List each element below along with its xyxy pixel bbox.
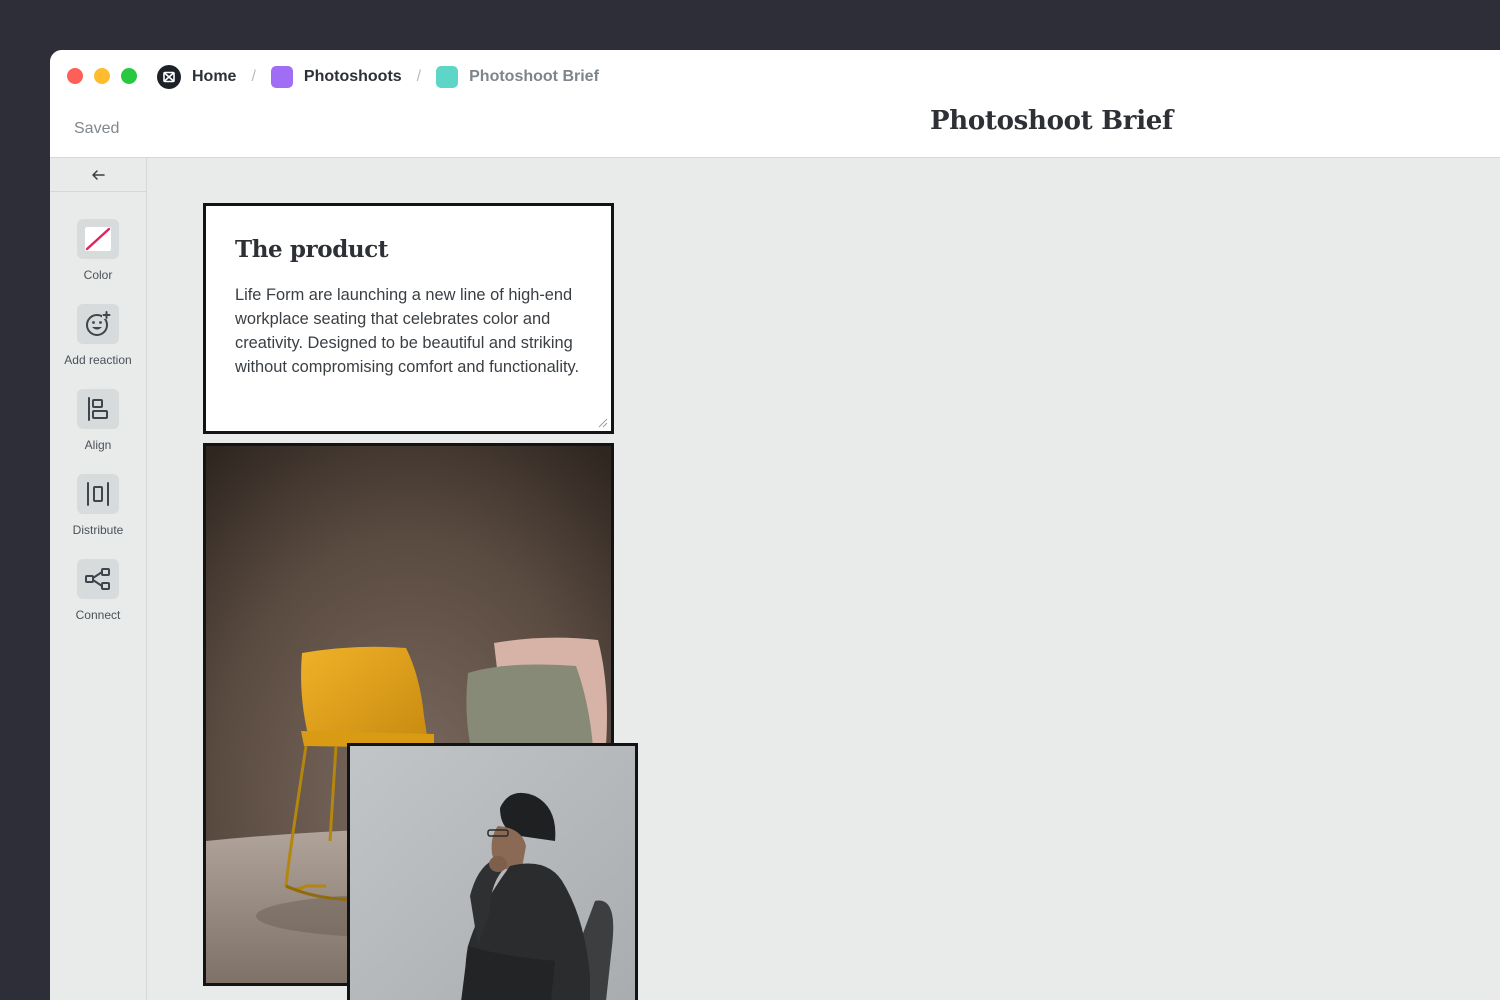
breadcrumb-home[interactable]: Home bbox=[157, 65, 236, 89]
align-tool-icon-box bbox=[77, 389, 119, 429]
close-window-button[interactable] bbox=[67, 68, 83, 84]
align-tool-label: Align bbox=[84, 438, 112, 452]
breadcrumb-home-label: Home bbox=[192, 68, 237, 85]
breadcrumb-current[interactable]: Photoshoot Brief bbox=[436, 66, 599, 88]
text-card[interactable]: The product Life Form are launching a ne… bbox=[203, 203, 614, 434]
connect-tool-button[interactable]: Connect bbox=[50, 559, 146, 622]
distribute-tool-label: Distribute bbox=[72, 523, 124, 537]
collapse-sidebar-button[interactable] bbox=[50, 158, 146, 192]
tool-sidebar: Color Add reaction Align Distribute Conn… bbox=[50, 158, 147, 1000]
breadcrumb-separator: / bbox=[416, 68, 422, 85]
breadcrumb-photoshoots-label: Photoshoots bbox=[303, 68, 402, 85]
brief-color-icon bbox=[436, 66, 459, 88]
saved-status: Saved bbox=[74, 120, 120, 137]
card-body: Life Form are launching a new line of hi… bbox=[235, 286, 580, 376]
add-reaction-icon-box bbox=[77, 304, 119, 344]
breadcrumb: Home / Photoshoots / Photoshoot Brief bbox=[157, 64, 599, 90]
resize-handle-icon[interactable] bbox=[596, 416, 608, 428]
maximize-window-button[interactable] bbox=[121, 68, 137, 84]
align-left-icon bbox=[88, 397, 108, 421]
color-slash-icon bbox=[85, 227, 111, 251]
color-tool-button[interactable]: Color bbox=[50, 219, 146, 282]
person-photo[interactable] bbox=[347, 743, 638, 1000]
app-window: Home / Photoshoots / Photoshoot Brief Sa… bbox=[50, 50, 1500, 1000]
breadcrumb-current-label: Photoshoot Brief bbox=[469, 68, 599, 85]
home-logo-icon bbox=[157, 65, 181, 89]
add-reaction-label: Add reaction bbox=[64, 353, 132, 367]
color-tool-icon-box bbox=[77, 219, 119, 259]
breadcrumb-photoshoots[interactable]: Photoshoots bbox=[270, 66, 402, 88]
connect-tool-label: Connect bbox=[75, 608, 121, 622]
photoshoots-color-icon bbox=[270, 66, 293, 88]
whiteboard-canvas[interactable]: The product Life Form are launching a ne… bbox=[147, 158, 1500, 1000]
title-bar: Home / Photoshoots / Photoshoot Brief Sa… bbox=[50, 50, 1500, 158]
align-tool-button[interactable]: Align bbox=[50, 389, 146, 452]
distribute-tool-button[interactable]: Distribute bbox=[50, 474, 146, 537]
minimize-window-button[interactable] bbox=[94, 68, 110, 84]
card-title: The product bbox=[235, 236, 389, 263]
distribute-tool-icon-box bbox=[77, 474, 119, 514]
connect-icon bbox=[85, 568, 110, 590]
add-reaction-button[interactable]: Add reaction bbox=[50, 304, 146, 367]
arrow-left-icon bbox=[92, 169, 105, 180]
color-tool-label: Color bbox=[83, 268, 113, 282]
page-title: Photoshoot Brief bbox=[930, 106, 1173, 136]
window-controls bbox=[67, 68, 137, 84]
connect-tool-icon-box bbox=[77, 559, 119, 599]
distribute-icon bbox=[87, 482, 109, 506]
breadcrumb-separator: / bbox=[251, 68, 256, 85]
add-reaction-icon bbox=[86, 311, 111, 336]
